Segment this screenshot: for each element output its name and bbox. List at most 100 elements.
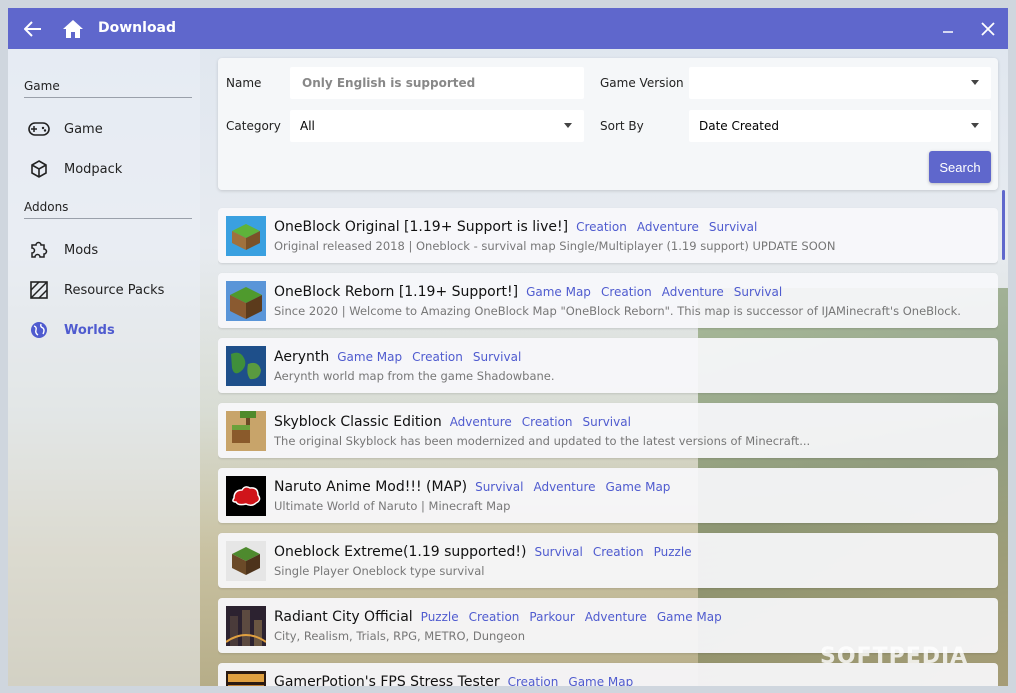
result-title: GamerPotion's FPS Stress Tester	[274, 674, 500, 686]
sidebar-item-worlds[interactable]: Worlds	[8, 312, 200, 348]
texture-icon	[28, 279, 50, 301]
chevron-down-icon	[971, 123, 979, 128]
result-description: Ultimate World of Naruto | Minecraft Map	[274, 499, 511, 513]
result-description: Single Player Oneblock type survival	[274, 564, 485, 578]
result-title: Aerynth	[274, 349, 330, 365]
sidebar-item-label: Mods	[64, 242, 99, 258]
result-title-row: Skyblock Classic Edition Adventure Creatio…	[274, 412, 641, 432]
game-version-select[interactable]	[689, 67, 991, 99]
result-thumbnail	[226, 411, 266, 451]
game-version-label: Game Version	[600, 76, 684, 90]
sort-by-value: Date Created	[699, 119, 779, 133]
search-button[interactable]: Search	[929, 151, 991, 183]
result-title: OneBlock Original [1.19+ Support is live…	[274, 219, 569, 235]
result-thumbnail	[225, 606, 267, 646]
result-tag[interactable]: Creation	[522, 415, 573, 429]
result-description: City, Realism, Trials, RPG, METRO, Dunge…	[274, 629, 525, 643]
result-tag[interactable]: Game Map	[526, 285, 591, 299]
result-title: OneBlock Reborn [1.19+ Support!]	[274, 284, 519, 300]
result-tag[interactable]: Creation	[469, 610, 520, 624]
result-thumbnail	[226, 346, 266, 386]
name-input[interactable]	[300, 75, 574, 91]
result-title-row: OneBlock Reborn [1.19+ Support!] Game Map…	[274, 282, 792, 302]
sidebar-item-label: Game	[64, 121, 103, 137]
result-tag[interactable]: Game Map	[606, 480, 671, 494]
result-title: Radiant City Official	[274, 609, 413, 625]
result-tag[interactable]: Creation	[593, 545, 644, 559]
sidebar-item-game[interactable]: Game	[8, 111, 200, 147]
result-tag[interactable]: Game Map	[657, 610, 722, 624]
close-button[interactable]	[968, 8, 1008, 49]
minimize-icon	[943, 30, 953, 33]
result-card[interactable]: OneBlock Original [1.19+ Support is live…	[218, 208, 998, 263]
result-tag[interactable]: Survival	[709, 220, 757, 234]
chevron-down-icon	[564, 123, 572, 128]
result-tag[interactable]: Adventure	[662, 285, 724, 299]
category-label: Category	[226, 119, 281, 133]
result-description: The original Skyblock has been modernize…	[274, 434, 811, 448]
result-tag[interactable]: Adventure	[585, 610, 647, 624]
sidebar-item-label: Worlds	[64, 322, 115, 338]
globe-icon	[28, 319, 50, 341]
scrollbar[interactable]	[1002, 190, 1005, 260]
result-tag[interactable]: Game Map	[337, 350, 402, 364]
sort-by-select[interactable]: Date Created	[689, 110, 991, 142]
search-panel: Name Game Version Category All Sort By D…	[218, 58, 998, 190]
chevron-down-icon	[971, 80, 979, 85]
result-tag[interactable]: Creation	[412, 350, 463, 364]
cube-icon	[28, 158, 50, 180]
result-title-row: Aerynth Game Map Creation Survival	[274, 347, 531, 367]
result-tag[interactable]: Adventure	[533, 480, 595, 494]
result-tag[interactable]: Adventure	[450, 415, 512, 429]
minimize-button[interactable]	[928, 8, 968, 49]
name-field[interactable]	[290, 67, 584, 99]
result-title-row: Radiant City Official Puzzle Creation Parko…	[274, 607, 732, 627]
result-tag[interactable]: Survival	[734, 285, 782, 299]
result-tag[interactable]: Parkour	[529, 610, 574, 624]
result-tag[interactable]: Survival	[534, 545, 582, 559]
sidebar-item-modpack[interactable]: Modpack	[8, 151, 200, 187]
result-tag[interactable]: Puzzle	[421, 610, 459, 624]
result-card[interactable]: Aerynth Game Map Creation Survival Aerynth w…	[218, 338, 998, 393]
result-tag[interactable]: Creation	[508, 675, 559, 686]
sidebar-section-game: Game	[24, 79, 192, 98]
back-button[interactable]	[13, 8, 53, 49]
result-description: Since 2020 | Welcome to Amazing OneBlock…	[274, 304, 961, 318]
result-title-row: Oneblock Extreme(1.19 supported!) Surviva…	[274, 542, 702, 562]
result-tag[interactable]: Creation	[576, 220, 627, 234]
sidebar-item-resource-packs[interactable]: Resource Packs	[8, 272, 200, 308]
sidebar-section-addons: Addons	[24, 200, 192, 219]
result-title-row: Naruto Anime Mod!!! (MAP) Survival Adventu…	[274, 477, 680, 497]
result-title: Oneblock Extreme(1.19 supported!)	[274, 544, 527, 560]
result-tag[interactable]: Survival	[583, 415, 631, 429]
title-bar: Download	[8, 8, 1008, 49]
sidebar-item-mods[interactable]: Mods	[8, 232, 200, 268]
watermark: SOFTPEDIA	[820, 644, 969, 669]
result-title: Skyblock Classic Edition	[274, 414, 442, 430]
back-arrow-icon	[24, 20, 41, 37]
sort-by-label: Sort By	[600, 119, 644, 133]
gamepad-icon	[28, 118, 50, 140]
result-tag[interactable]: Game Map	[568, 675, 633, 686]
result-description: Original released 2018 | Oneblock - surv…	[274, 239, 836, 253]
result-thumbnail	[226, 541, 266, 581]
result-tag[interactable]: Survival	[473, 350, 521, 364]
result-thumbnail	[226, 476, 266, 516]
window-title: Download	[98, 20, 177, 36]
result-tag[interactable]: Puzzle	[654, 545, 692, 559]
results-list: OneBlock Original [1.19+ Support is live…	[218, 200, 998, 686]
result-tag[interactable]: Creation	[601, 285, 652, 299]
sidebar-item-label: Modpack	[64, 161, 123, 177]
result-card[interactable]: Skyblock Classic Edition Adventure Creatio…	[218, 403, 998, 458]
result-thumbnail	[226, 281, 266, 321]
sidebar: Game Game Modpack Addons Mods Resource P…	[8, 49, 200, 686]
home-button[interactable]	[53, 8, 93, 49]
result-tag[interactable]: Adventure	[637, 220, 699, 234]
result-tag[interactable]: Survival	[475, 480, 523, 494]
result-card[interactable]: OneBlock Reborn [1.19+ Support!] Game Map…	[218, 273, 998, 328]
result-card[interactable]: Oneblock Extreme(1.19 supported!) Surviva…	[218, 533, 998, 588]
result-title-row: GamerPotion's FPS Stress Tester Creation G…	[274, 672, 643, 686]
home-icon	[63, 19, 83, 38]
category-select[interactable]: All	[290, 110, 584, 142]
result-card[interactable]: Naruto Anime Mod!!! (MAP) Survival Adventu…	[218, 468, 998, 523]
